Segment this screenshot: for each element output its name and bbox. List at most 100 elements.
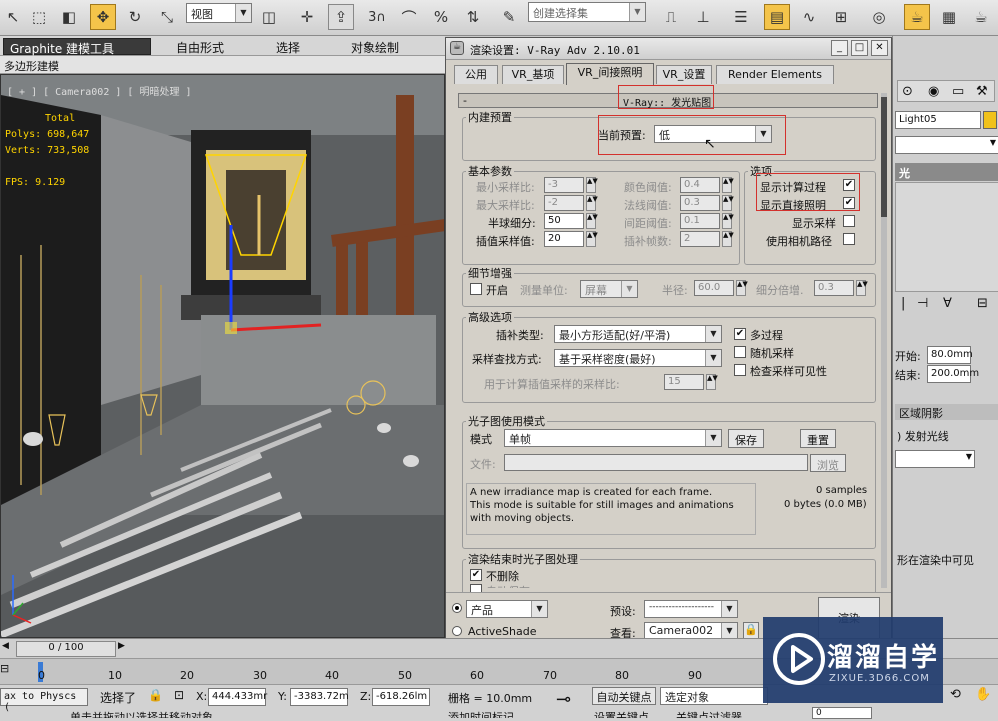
y-coordinate-field[interactable]: -3383.72m: [290, 688, 349, 706]
manipulate-icon[interactable]: ✛: [294, 4, 320, 30]
interp-frames-field[interactable]: 2: [680, 231, 720, 247]
prev-frame-icon[interactable]: ◀: [2, 641, 14, 655]
tab-vr-indirect[interactable]: VR_间接照明: [566, 63, 654, 85]
render-setup-icon[interactable]: ☕: [904, 4, 930, 30]
ribbon-tab-freeform[interactable]: 自由形式: [170, 38, 230, 55]
keyboard-shortcut-icon[interactable]: ⇪: [328, 4, 354, 30]
modifier-stack-item[interactable]: 光: [895, 163, 998, 181]
maxscript-listener[interactable]: ax to Physcs (: [0, 688, 88, 713]
interp-frames-spinner[interactable]: ▲▼: [722, 231, 734, 247]
utilities-icon[interactable]: ⚒: [976, 84, 988, 99]
radius-spinner[interactable]: ▲▼: [736, 280, 748, 296]
named-selection-combo[interactable]: 创建选择集 ▼: [528, 2, 646, 22]
set-key-button[interactable]: 设置关键点: [594, 709, 649, 718]
product-radio[interactable]: [452, 603, 462, 613]
motion-icon[interactable]: ◉: [928, 84, 939, 99]
select-arrow-icon[interactable]: ↖: [0, 4, 26, 30]
lookup-combo[interactable]: 基于采样密度(最好) ▼: [554, 349, 722, 367]
z-coordinate-field[interactable]: -618.26lm: [372, 688, 430, 706]
preset-combo[interactable]: -------------------- ▼: [644, 600, 738, 618]
interp-samples-spinner[interactable]: ▲▼: [586, 231, 598, 247]
minimize-button[interactable]: _: [831, 40, 848, 56]
angle-snap-icon[interactable]: ⌒: [396, 4, 422, 30]
edit-named-selection-icon[interactable]: ✎: [496, 4, 522, 30]
camera-viewport[interactable]: [ + ] [ Camera002 ] [ 明暗处理 ] Total Polys…: [0, 74, 445, 638]
dist-thresh-field[interactable]: 0.1: [680, 213, 720, 229]
absolute-mode-icon[interactable]: ⊡: [174, 688, 184, 702]
material-editor-icon[interactable]: ◎: [866, 4, 892, 30]
max-rate-field[interactable]: -2: [544, 195, 584, 211]
curve-editor-icon[interactable]: ∿: [796, 4, 822, 30]
render-production-icon[interactable]: ☕: [968, 4, 994, 30]
interp-type-combo[interactable]: 最小方形适配(好/平滑) ▼: [554, 325, 722, 343]
schematic-view-icon[interactable]: ⊞: [828, 4, 854, 30]
pan-icon[interactable]: ✋: [975, 687, 991, 702]
pin-stack-icon[interactable]: |: [901, 296, 905, 311]
select-region-icon[interactable]: ⬚: [26, 4, 52, 30]
calc-pass-spinner[interactable]: ▲▼: [706, 374, 718, 390]
tab-vr-settings[interactable]: VR_设置: [656, 65, 712, 84]
rotate-icon[interactable]: ↻: [122, 4, 148, 30]
configure-sets-icon[interactable]: ⊟: [977, 296, 988, 311]
min-rate-spinner[interactable]: ▲▼: [586, 177, 598, 193]
start-field[interactable]: 80.0mm: [927, 346, 973, 364]
select-move-icon[interactable]: ✥: [90, 4, 116, 30]
scale-icon[interactable]: ⤡: [154, 4, 180, 30]
dont-delete-checkbox[interactable]: ✔: [470, 569, 482, 581]
hierarchy-icon[interactable]: ⊙: [902, 84, 913, 99]
rollout-scrollbar[interactable]: [881, 93, 887, 588]
radius-field[interactable]: 60.0: [694, 280, 734, 296]
normal-thresh-spinner[interactable]: ▲▼: [722, 195, 734, 211]
tab-render-elements[interactable]: Render Elements: [716, 65, 834, 84]
area-shadow-rollout[interactable]: 区域阴影: [895, 404, 998, 420]
dist-thresh-spinner[interactable]: ▲▼: [722, 213, 734, 229]
make-unique-icon[interactable]: ∀: [943, 296, 952, 311]
detail-on-checkbox[interactable]: [470, 283, 482, 295]
key-filter-set-combo[interactable]: 选定对象: [660, 687, 768, 705]
add-time-tag[interactable]: 添加时间标记: [448, 709, 514, 718]
use-camera-path-checkbox[interactable]: [843, 233, 855, 245]
object-color-swatch[interactable]: [983, 111, 997, 129]
key-filters-button[interactable]: 关键点过滤器: [676, 709, 742, 718]
align-icon[interactable]: ⊥: [690, 4, 716, 30]
window-crossing-icon[interactable]: ◧: [56, 4, 82, 30]
calc-pass-field[interactable]: 15: [664, 374, 704, 390]
orbit-icon[interactable]: ⟲: [950, 687, 961, 702]
show-end-result-icon[interactable]: ⊣: [917, 296, 928, 311]
hsph-subdivs-field[interactable]: 50: [544, 213, 584, 229]
dialog-titlebar[interactable]: ☕ 渲染设置: V-Ray Adv 2.10.01 _ □ ✕: [446, 38, 891, 60]
scale-combo[interactable]: 屏幕 ▼: [580, 280, 638, 298]
key-icon[interactable]: ⊸: [556, 689, 571, 710]
selection-lock-icon[interactable]: 🔒: [148, 688, 163, 702]
ribbon-tab-graphite[interactable]: Graphite 建模工具: [3, 38, 151, 56]
layer-manager-icon[interactable]: ☰: [728, 4, 754, 30]
mirror-icon[interactable]: ⎍: [658, 4, 684, 30]
auto-key-button[interactable]: 自动关键点: [592, 687, 656, 705]
graphite-toggle-icon[interactable]: ▤: [764, 4, 790, 30]
tab-vr-base[interactable]: VR_基项: [502, 65, 564, 84]
show-samples-checkbox[interactable]: [843, 215, 855, 227]
object-name-field[interactable]: Light05: [895, 111, 981, 129]
mode-combo[interactable]: 单帧 ▼: [504, 429, 722, 447]
polygon-modeling-tab[interactable]: 多边形建模: [4, 58, 59, 74]
current-frame-field[interactable]: 0: [812, 707, 872, 719]
close-button[interactable]: ✕: [871, 40, 888, 56]
time-slider[interactable]: 0 / 100: [16, 641, 116, 657]
save-map-button[interactable]: 保存: [728, 429, 764, 448]
multipass-checkbox[interactable]: ✔: [734, 328, 746, 340]
color-thresh-spinner[interactable]: ▲▼: [722, 177, 734, 193]
scrollbar-thumb[interactable]: [881, 97, 887, 217]
end-field[interactable]: 200.0mm: [927, 365, 979, 383]
display-icon[interactable]: ▭: [952, 84, 964, 99]
check-visibility-checkbox[interactable]: [734, 364, 746, 376]
next-frame-icon[interactable]: ▶: [118, 641, 130, 655]
file-path-field[interactable]: [504, 454, 808, 471]
render-mode-combo[interactable]: 产品 ▼: [466, 600, 548, 618]
reference-coord-combo[interactable]: 视图 ▼: [186, 3, 252, 23]
pivot-icon[interactable]: ◫: [256, 4, 282, 30]
color-thresh-field[interactable]: 0.4: [680, 177, 720, 193]
x-coordinate-field[interactable]: 444.433mr: [208, 688, 267, 706]
randomize-checkbox[interactable]: [734, 346, 746, 358]
hsph-subdivs-spinner[interactable]: ▲▼: [586, 213, 598, 229]
snap-toggle-icon[interactable]: 3 ∩: [364, 4, 390, 30]
